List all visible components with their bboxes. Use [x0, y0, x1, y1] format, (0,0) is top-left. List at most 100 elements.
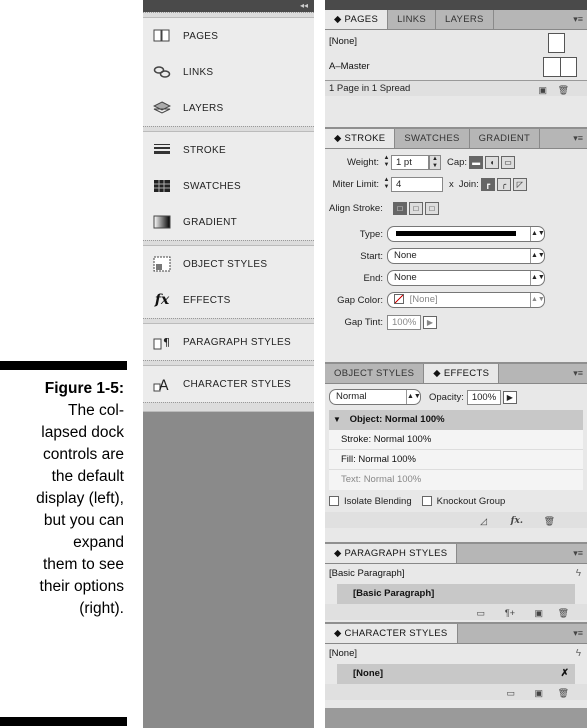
paragraph-style-item[interactable]: [Basic Paragraph] — [337, 584, 575, 604]
align-outside-button[interactable]: □ — [424, 201, 439, 215]
disclosure-triangle-icon[interactable]: ▼ — [333, 415, 341, 424]
none-master-row[interactable]: [None] — [325, 30, 587, 54]
svg-text:A: A — [159, 378, 169, 392]
tab-gradient[interactable]: GRADIENT — [470, 129, 541, 148]
panel-menu-icon[interactable]: ▾≡ — [573, 129, 587, 148]
gap-color-value: [None] — [409, 294, 438, 305]
new-style-icon[interactable]: ▣ — [534, 606, 543, 621]
start-label: Start: — [360, 250, 383, 262]
gap-tint-input[interactable]: 100% — [387, 314, 421, 330]
panel-menu-icon[interactable]: ▾≡ — [573, 624, 587, 643]
paragraph-styles-icon: ¶ — [153, 334, 171, 350]
clear-overrides-icon[interactable]: ¶+ — [505, 606, 515, 621]
tab-stroke[interactable]: ◆ STROKE — [325, 129, 396, 148]
dock-item-label: CHARACTER STYLES — [183, 378, 292, 390]
character-styles-panel: ◆ CHARACTER STYLES ▾≡ [None] ϟ [None] ✗ … — [325, 624, 587, 708]
bevel-join-button[interactable]: ◸ — [512, 177, 527, 191]
tab-character-styles[interactable]: ◆ CHARACTER STYLES — [325, 624, 458, 643]
projecting-cap-button[interactable]: ▭ — [501, 155, 516, 169]
butt-cap-button[interactable]: ▬ — [469, 155, 484, 169]
trash-icon[interactable]: 🗑 — [558, 686, 569, 701]
blending-options-row: Isolate Blending Knockout Group — [325, 490, 587, 512]
blend-mode-value: Normal — [336, 391, 367, 402]
trash-icon[interactable]: 🗑 — [558, 606, 569, 621]
opacity-arrow-icon[interactable]: ▶ — [502, 390, 517, 404]
dock-item-stroke[interactable]: STROKE — [143, 132, 314, 168]
weight-stepper[interactable]: ▲ ▼ — [382, 155, 391, 169]
folder-icon[interactable]: ▭ — [476, 606, 485, 621]
dock-item-effects[interactable]: fx EFFECTS — [143, 282, 314, 318]
tab-paragraph-styles[interactable]: ◆ PARAGRAPH STYLES — [325, 544, 458, 563]
knockout-group-label: Knockout Group — [436, 495, 506, 507]
miter-limit-input[interactable]: 4 — [391, 176, 443, 192]
trash-icon[interactable]: 🗑 — [544, 514, 555, 529]
dock-title-bar[interactable]: ◂◂ — [143, 0, 314, 12]
dock-item-layers[interactable]: LAYERS — [143, 90, 314, 126]
paragraph-status-bar: ▭ ¶+ ▣ 🗑 — [325, 604, 587, 620]
dock-item-swatches[interactable]: SWATCHES — [143, 168, 314, 204]
fill-effects-row[interactable]: Fill: Normal 100% — [329, 450, 583, 470]
blend-mode-select[interactable]: Normal ▲▼ — [329, 389, 421, 405]
dock-item-label: GRADIENT — [183, 216, 238, 228]
miter-row: Miter Limit: ▲ ▼ 4 x Join: ┏ ╭ ◸ — [325, 173, 587, 195]
dock-item-links[interactable]: LINKS — [143, 54, 314, 90]
trash-icon[interactable]: 🗑 — [558, 83, 569, 98]
svg-text:¶: ¶ — [163, 336, 170, 349]
expand-dock-icon[interactable]: ◂◂ — [300, 1, 308, 10]
round-cap-button[interactable]: ◖ — [485, 155, 500, 169]
text-effects-row[interactable]: Text: Normal 100% — [329, 470, 583, 490]
end-select[interactable]: None ▲▼ — [387, 270, 545, 286]
tab-swatches[interactable]: SWATCHES — [395, 129, 470, 148]
start-row: Start: None ▲▼ — [325, 245, 587, 267]
character-style-item[interactable]: [None] ✗ — [337, 664, 575, 684]
new-page-icon[interactable]: ▣ — [538, 83, 547, 98]
dock-item-pages[interactable]: PAGES — [143, 18, 314, 54]
align-inside-button[interactable]: □ — [408, 201, 423, 215]
isolate-blending-checkbox[interactable] — [329, 496, 339, 506]
dock-item-label: EFFECTS — [183, 294, 231, 306]
object-effects-row[interactable]: ▼ Object: Normal 100% — [329, 410, 583, 430]
pages-status-text: 1 Page in 1 Spread — [329, 83, 411, 94]
folder-icon[interactable]: ▭ — [506, 686, 515, 701]
stroke-type-select[interactable]: ▲▼ — [387, 226, 545, 242]
weight-input[interactable]: 1 pt — [391, 154, 429, 170]
dock-title-bar[interactable] — [325, 0, 587, 10]
character-style-item-label: [None] — [353, 668, 384, 679]
align-center-button[interactable]: □ — [392, 201, 407, 215]
panel-menu-icon[interactable]: ▾≡ — [573, 10, 587, 29]
weight-row: Weight: ▲ ▼ 1 pt ▲ ▼ Cap: ▬ ◖ ▭ — [325, 151, 587, 173]
fx-button-icon[interactable]: fx. — [511, 514, 523, 529]
object-effects-label: Object: Normal 100% — [349, 414, 445, 425]
new-style-lightning-icon[interactable]: ϟ — [576, 644, 581, 664]
knockout-group-checkbox[interactable] — [421, 496, 432, 506]
panel-menu-icon[interactable]: ▾≡ — [573, 544, 587, 563]
dock-item-paragraph-styles[interactable]: ¶ PARAGRAPH STYLES — [143, 324, 314, 360]
weight-dropdown-icon[interactable]: ▲ ▼ — [429, 154, 441, 170]
start-select[interactable]: None ▲▼ — [387, 248, 545, 264]
miter-stepper[interactable]: ▲ ▼ — [382, 177, 391, 191]
gap-tint-arrow-icon[interactable]: ▶ — [423, 315, 437, 329]
new-style-icon[interactable]: ▣ — [534, 686, 543, 701]
panel-menu-icon[interactable]: ▾≡ — [573, 364, 587, 383]
stroke-effects-row[interactable]: Stroke: Normal 100% — [329, 430, 583, 450]
tab-links[interactable]: LINKS — [388, 10, 437, 29]
master-spread-thumbnail — [543, 57, 577, 77]
object-styles-icon — [153, 256, 171, 272]
dock-item-character-styles[interactable]: A CHARACTER STYLES — [143, 366, 314, 402]
tab-layers[interactable]: LAYERS — [436, 10, 494, 29]
clear-effects-icon[interactable]: ◿ — [480, 514, 487, 529]
gap-color-select[interactable]: [None] ▲▼ — [387, 292, 545, 308]
miter-join-button[interactable]: ┏ — [480, 177, 495, 191]
tab-pages[interactable]: ◆ PAGES — [325, 10, 389, 29]
caption-line: (right). — [79, 600, 124, 617]
caption-bottom-rule — [0, 717, 127, 726]
tab-object-styles[interactable]: OBJECT STYLES — [325, 364, 425, 383]
gap-tint-row: Gap Tint: 100% ▶ — [325, 311, 587, 333]
a-master-row[interactable]: A–Master — [325, 54, 587, 80]
tab-effects[interactable]: ◆ EFFECTS — [424, 364, 500, 383]
round-join-button[interactable]: ╭ — [496, 177, 511, 191]
opacity-input[interactable]: 100% — [466, 389, 501, 405]
dock-item-gradient[interactable]: GRADIENT — [143, 204, 314, 240]
dock-item-object-styles[interactable]: OBJECT STYLES — [143, 246, 314, 282]
new-style-lightning-icon[interactable]: ϟ — [576, 564, 581, 584]
